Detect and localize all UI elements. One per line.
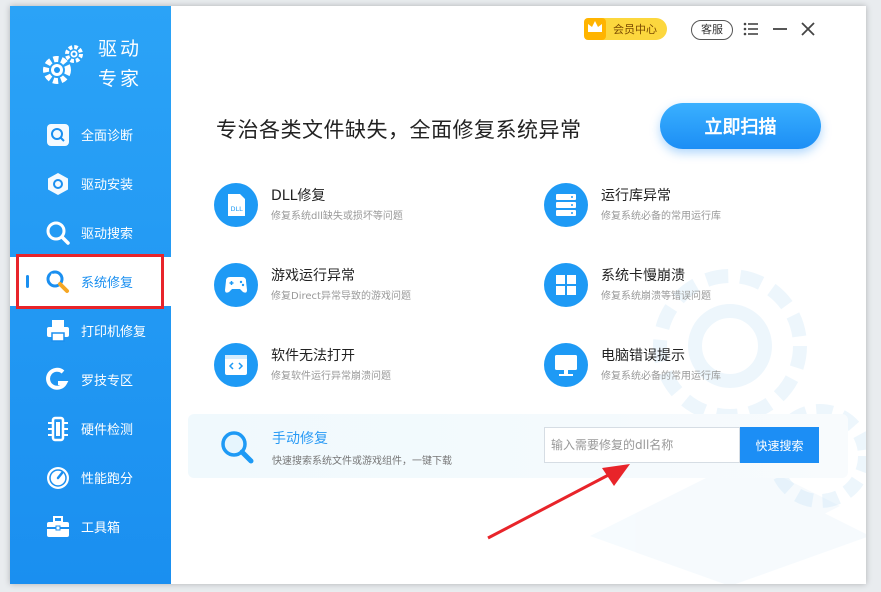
diagnose-icon [47,124,69,146]
sidebar-item-install[interactable]: 驱动安装 [10,159,171,208]
printer-icon [47,320,69,342]
sidebar-item-label: 工具箱 [81,521,121,536]
annotation-highlight-box [16,254,164,309]
annotation-arrow-icon [487,464,630,540]
magnifier-icon [221,431,254,464]
sidebar-item-logitech[interactable]: 罗技专区 [10,355,171,404]
feature-game-error[interactable]: 游戏运行异常 修复Direct异常导致的游戏问题 [214,263,514,313]
sidebar-item-printer-repair[interactable]: 打印机修复 [10,306,171,355]
sidebar-item-label: 打印机修复 [81,325,147,340]
sidebar-item-label: 性能跑分 [81,472,134,487]
sidebar-item-search[interactable]: 驱动搜索 [10,208,171,257]
sidebar-item-benchmark[interactable]: 性能跑分 [10,453,171,502]
feature-desc: 修复系统必备的常用运行库 [601,211,721,222]
title-bar: 会员中心 客服 [566,6,866,54]
feature-error-prompt[interactable]: 电脑错误提示 修复系统必备的常用运行库 [544,343,844,393]
logo-text-line1: 驱动 [98,38,143,60]
sidebar-item-label: 硬件检测 [81,423,134,438]
feature-desc: 修复Direct异常导致的游戏问题 [271,291,411,302]
windows-icon [544,263,588,307]
feature-desc: 修复系统dll缺失或损坏等问题 [271,211,403,222]
sidebar-item-label: 全面诊断 [81,129,134,144]
sidebar-item-hardware[interactable]: 硬件检测 [10,404,171,453]
customer-service-button[interactable]: 客服 [691,20,733,40]
vip-center-label: 会员中心 [613,23,657,36]
dll-file-icon: DLL [214,183,258,227]
monitor-icon [544,343,588,387]
manual-repair-title: 手动修复 [272,431,328,447]
svg-text:DLL: DLL [231,205,244,213]
sidebar: 驱动 专家 全面诊断 驱动安装 驱动搜索 系统修复 打印机修复 罗技专区 硬件检… [10,6,171,584]
app-window: 驱动 专家 全面诊断 驱动安装 驱动搜索 系统修复 打印机修复 罗技专区 硬件检… [10,6,866,584]
sidebar-item-label: 罗技专区 [81,374,134,389]
scan-now-button[interactable]: 立即扫描 [660,103,821,149]
feature-title: 系统卡慢崩溃 [601,268,685,284]
feature-desc: 修复系统崩溃等错误问题 [601,291,711,302]
vip-center-button[interactable]: 会员中心 [584,18,667,40]
install-icon [48,173,68,195]
code-window-icon [214,343,258,387]
feature-title: 游戏运行异常 [271,268,355,284]
page-headline: 专治各类文件缺失，全面修复系统异常 [216,118,582,142]
feature-title: 电脑错误提示 [601,348,685,364]
sidebar-item-diagnose[interactable]: 全面诊断 [10,110,171,159]
feature-title: 软件无法打开 [271,348,355,364]
minimize-icon[interactable] [771,20,789,38]
feature-dll-repair[interactable]: DLL DLL修复 修复系统dll缺失或损坏等问题 [214,183,514,233]
feature-desc: 修复软件运行异常崩溃问题 [271,371,391,382]
logo-text-line2: 专家 [98,68,143,90]
toolbox-icon [47,516,69,537]
logitech-icon [46,367,69,390]
feature-runtime-error[interactable]: 运行库异常 修复系统必备的常用运行库 [544,183,844,233]
gamepad-icon [214,263,258,307]
sidebar-item-label: 驱动搜索 [81,227,134,242]
sidebar-item-toolbox[interactable]: 工具箱 [10,502,171,551]
close-icon[interactable] [799,20,817,38]
gears-logo-icon [43,45,83,84]
crown-icon [584,18,606,40]
gauge-icon [47,467,69,489]
feature-title: 运行库异常 [601,188,671,204]
app-logo: 驱动 专家 [40,32,160,92]
manual-repair-desc: 快速搜索系统文件或游戏组件，一键下载 [272,456,452,467]
server-icon [544,183,588,227]
quick-search-button[interactable]: 快速搜索 [740,427,819,463]
sidebar-item-label: 驱动安装 [81,178,134,193]
feature-software-cannot-open[interactable]: 软件无法打开 修复软件运行异常崩溃问题 [214,343,514,393]
feature-title: DLL修复 [271,188,326,204]
feature-system-crash[interactable]: 系统卡慢崩溃 修复系统崩溃等错误问题 [544,263,844,313]
menu-icon[interactable] [742,20,760,38]
feature-desc: 修复系统必备的常用运行库 [601,371,721,382]
search-icon [46,221,70,245]
hardware-icon [48,416,68,442]
